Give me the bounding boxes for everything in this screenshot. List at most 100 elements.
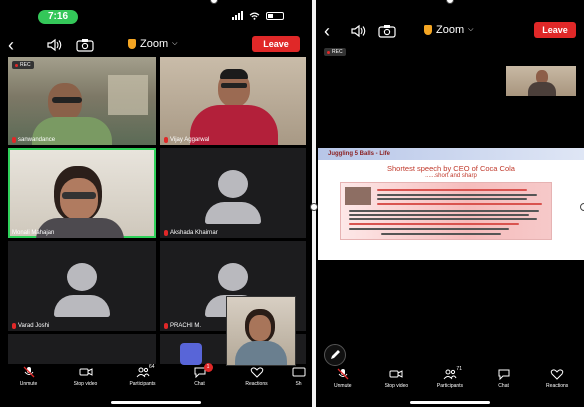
- shared-content-subtitle: ......short and sharp: [425, 173, 477, 179]
- wifi-icon: [249, 11, 260, 20]
- avatar-placeholder-icon: [218, 170, 248, 198]
- signal-icon: [232, 11, 243, 20]
- participant-tile-4[interactable]: Akshada Khairnar: [160, 148, 306, 238]
- heart-icon: [250, 367, 263, 378]
- status-time: 7:16: [38, 10, 78, 24]
- meeting-title[interactable]: Zoom ⌵: [424, 24, 473, 36]
- shield-icon: [128, 39, 136, 49]
- stop-video-button[interactable]: Stop video: [374, 368, 418, 389]
- participants-count-badge: 64: [148, 364, 155, 370]
- mic-off-icon: [164, 137, 168, 143]
- mic-muted-icon: [337, 368, 349, 380]
- meeting-top-bar: ‹ Zoom ⌵ Leave: [0, 34, 312, 58]
- shared-content-image: [340, 182, 552, 240]
- participants-icon: [443, 369, 457, 380]
- chat-unread-badge: 1: [203, 363, 213, 372]
- status-bar: 7:16: [0, 8, 312, 26]
- participant-tile-3-active-speaker[interactable]: Monali Mahajan: [8, 148, 156, 238]
- participant-tile-5[interactable]: Varad Joshi: [8, 241, 156, 331]
- self-view-video[interactable]: [226, 296, 296, 366]
- unmute-label: Unmute: [19, 381, 38, 387]
- participants-button[interactable]: 64 Participants: [121, 364, 165, 387]
- mic-off-icon: [164, 323, 168, 329]
- shield-icon: [424, 25, 432, 35]
- participants-label: Participants: [129, 381, 156, 387]
- participants-label: Participants: [436, 383, 464, 389]
- video-camera-icon: [389, 370, 403, 378]
- left-phone-screen: 7:16 ‹ Zoom ⌵ Leave REC sanwandance Vija…: [0, 0, 312, 407]
- avatar-placeholder-icon: [67, 263, 97, 291]
- leave-button[interactable]: Leave: [252, 36, 300, 52]
- recording-indicator: REC: [12, 61, 34, 69]
- reactions-label: Reactions: [245, 381, 268, 387]
- speaker-icon[interactable]: [46, 38, 64, 52]
- heart-icon: [550, 369, 564, 380]
- meeting-title-label: Zoom: [140, 38, 169, 50]
- pencil-icon: [331, 350, 340, 359]
- leave-button[interactable]: Leave: [534, 22, 576, 38]
- shared-screen[interactable]: Juggling 5 Balls - Life Shortest speech …: [318, 148, 584, 260]
- chat-icon: [498, 369, 510, 380]
- unmute-button[interactable]: Unmute: [7, 366, 51, 387]
- mic-off-icon: [12, 323, 16, 329]
- stop-video-label: Stop video: [73, 381, 98, 387]
- participants-icon: [136, 367, 149, 378]
- participant-name: Vijay Aggarwal: [164, 137, 209, 143]
- share-button-partial[interactable]: Sh: [292, 366, 306, 387]
- home-indicator: [410, 401, 490, 404]
- stop-video-button[interactable]: Stop video: [64, 366, 108, 387]
- unmute-button[interactable]: Unmute: [321, 368, 365, 389]
- reactions-button[interactable]: Reactions: [535, 368, 579, 389]
- meeting-title[interactable]: Zoom ⌵: [128, 38, 177, 50]
- speaker-icon[interactable]: [350, 24, 368, 38]
- mic-off-icon: [12, 137, 16, 143]
- meeting-top-bar: ‹ Zoom ⌵ Leave: [316, 20, 584, 44]
- shared-content-header: Juggling 5 Balls - Life: [318, 148, 584, 160]
- chat-button[interactable]: Chat: [482, 368, 526, 389]
- reactions-button[interactable]: Reactions: [235, 366, 279, 387]
- unmute-label: Unmute: [334, 383, 352, 389]
- crop-handle: [310, 203, 318, 211]
- meeting-toolbar: Unmute Stop video 64 Participants 1 Chat…: [0, 363, 312, 398]
- crop-handle: [580, 203, 584, 211]
- meeting-toolbar: Unmute Stop video 71 Participants Chat R…: [316, 366, 584, 400]
- avatar-body: [54, 295, 110, 317]
- right-phone-screen: ‹ Zoom ⌵ Leave REC Juggling 5 Balls - Li…: [316, 0, 584, 407]
- participant-tile-7-partial[interactable]: [8, 334, 156, 364]
- recording-indicator: REC: [324, 48, 346, 56]
- battery-icon: [266, 11, 284, 20]
- mic-off-icon: [164, 230, 168, 236]
- participant-name: sanwandance: [12, 137, 55, 143]
- ceo-photo: [345, 187, 371, 205]
- avatar-placeholder-icon: [218, 263, 248, 291]
- share-label: Sh: [295, 381, 302, 387]
- participant-name: Akshada Khairnar: [164, 230, 218, 236]
- participant-tile-2[interactable]: Vijay Aggarwal: [160, 57, 306, 145]
- avatar-body: [205, 202, 261, 224]
- mic-muted-icon: [23, 366, 34, 378]
- shared-content-title: Shortest speech by CEO of Coca Cola: [387, 164, 515, 173]
- stop-video-label: Stop video: [384, 383, 409, 389]
- reactions-label: Reactions: [546, 383, 569, 389]
- share-overlay-tile: [180, 343, 202, 365]
- participants-button[interactable]: 71 Participants: [428, 366, 472, 389]
- back-chevron-icon[interactable]: ‹: [324, 22, 330, 40]
- video-camera-icon: [79, 368, 92, 376]
- speaker-thumbnail[interactable]: [506, 66, 576, 96]
- share-screen-icon: [292, 367, 305, 377]
- chevron-down-icon: ⌵: [468, 26, 474, 33]
- chevron-down-icon: ⌵: [172, 40, 178, 47]
- camera-switch-icon[interactable]: [76, 38, 94, 52]
- meeting-title-label: Zoom: [436, 24, 465, 36]
- camera-switch-icon[interactable]: [378, 24, 396, 38]
- participant-name: PRACHI M.: [164, 323, 201, 329]
- home-indicator: [111, 401, 201, 404]
- annotate-pen-button[interactable]: [324, 344, 346, 366]
- participant-tile-1[interactable]: REC sanwandance: [8, 57, 156, 145]
- participant-name: Monali Mahajan: [12, 230, 55, 236]
- chat-button[interactable]: 1 Chat: [178, 363, 222, 387]
- chat-label: Chat: [194, 381, 205, 387]
- participants-count-badge: 71: [456, 366, 462, 372]
- back-chevron-icon[interactable]: ‹: [8, 36, 14, 54]
- chat-label: Chat: [498, 383, 509, 389]
